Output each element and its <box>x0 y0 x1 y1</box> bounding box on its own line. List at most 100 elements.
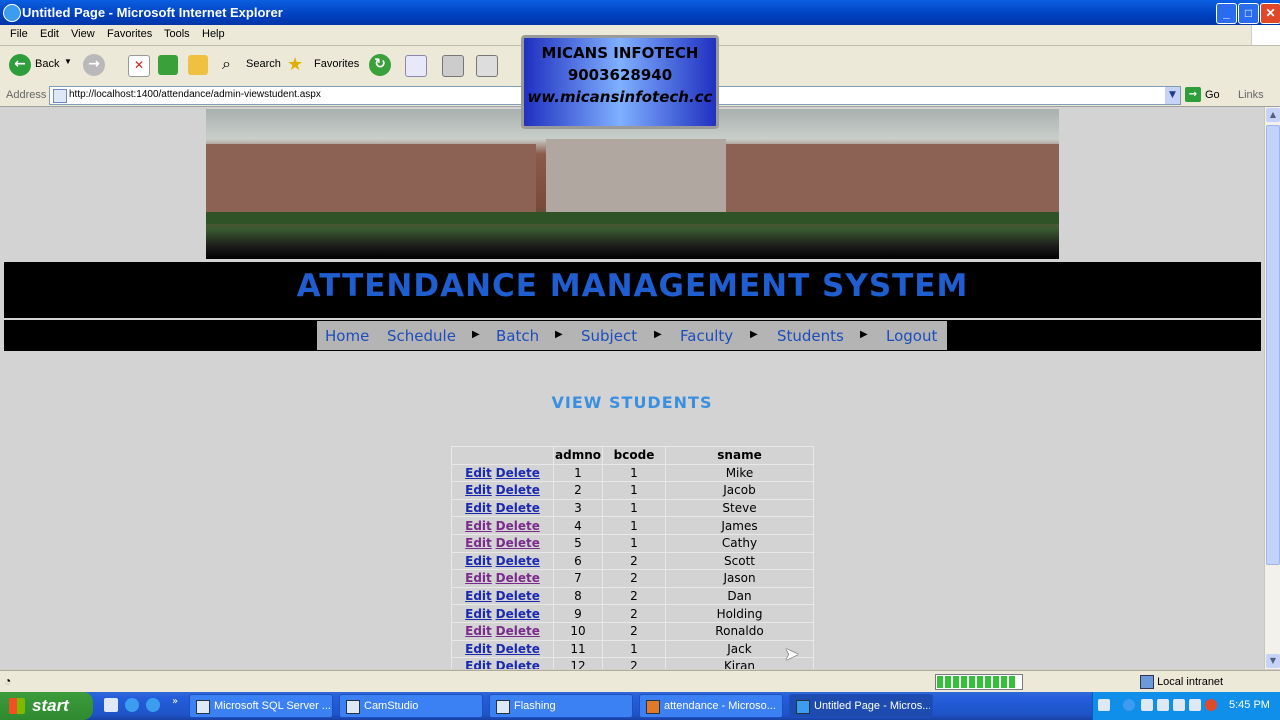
ie-quicklaunch-icon-2[interactable] <box>146 698 160 712</box>
favorites-star-icon[interactable]: ★ <box>287 54 303 75</box>
status-bar: ◔ Local intranet <box>0 670 1280 693</box>
grid-header-bcode[interactable]: bcode <box>602 446 666 465</box>
delete-link[interactable]: Delete <box>496 483 540 497</box>
search-icon[interactable]: ⌕ <box>222 56 231 74</box>
nav-home[interactable]: Home <box>325 327 369 345</box>
search-button-label[interactable]: Search <box>246 58 281 70</box>
watermark-line-2: 9003628940 <box>567 66 673 84</box>
address-url[interactable]: http://localhost:1400/attendance/admin-v… <box>69 89 321 100</box>
menu-tools[interactable]: Tools <box>164 28 190 40</box>
refresh-icon[interactable] <box>158 55 178 75</box>
edit-link[interactable]: Edit <box>465 571 492 585</box>
help-icon[interactable] <box>1098 699 1110 711</box>
links-label[interactable]: Links <box>1238 89 1264 101</box>
volume-tray-icon[interactable] <box>1173 699 1185 711</box>
page-scrollbar[interactable]: ▲ ▼ <box>1264 107 1280 669</box>
start-label[interactable]: start <box>32 696 69 716</box>
nav-schedule[interactable]: Schedule <box>387 327 456 345</box>
scroll-down-icon[interactable]: ▼ <box>1266 654 1280 668</box>
delete-link[interactable]: Delete <box>496 466 540 480</box>
back-arrow-icon[interactable]: ← <box>9 54 31 76</box>
network-tray-icon[interactable] <box>1157 699 1169 711</box>
close-button[interactable]: ✕ <box>1260 3 1280 24</box>
mail-icon[interactable] <box>405 55 427 77</box>
delete-link[interactable]: Delete <box>496 624 540 638</box>
scroll-thumb[interactable] <box>1266 125 1280 565</box>
go-arrow-icon[interactable]: → <box>1185 87 1201 102</box>
cell-sname: Mike <box>665 463 814 483</box>
ie-quicklaunch-icon[interactable] <box>125 698 139 712</box>
delete-link[interactable]: Delete <box>496 642 540 656</box>
menu-file[interactable]: File <box>10 28 28 40</box>
edit-link[interactable]: Edit <box>465 659 492 669</box>
security-tray-icon[interactable] <box>1141 699 1153 711</box>
menu-edit[interactable]: Edit <box>40 28 59 40</box>
minimize-button[interactable]: _ <box>1216 3 1237 24</box>
cell-sname: Steve <box>665 498 814 518</box>
edit-link[interactable]: Edit <box>465 519 492 533</box>
nav-subject[interactable]: Subject <box>581 327 637 345</box>
scroll-up-icon[interactable]: ▲ <box>1266 108 1280 122</box>
nav-students[interactable]: Students <box>777 327 844 345</box>
taskbar-item-untitled-page[interactable]: Untitled Page - Micros... <box>789 694 933 718</box>
page-icon <box>53 89 67 103</box>
edit-page-icon[interactable] <box>476 55 498 77</box>
back-button-label[interactable]: Back <box>35 58 59 70</box>
page-viewport: ATTENDANCE MANAGEMENT SYSTEM Home Schedu… <box>0 107 1264 669</box>
delete-link[interactable]: Delete <box>496 554 540 568</box>
delete-link[interactable]: Delete <box>496 519 540 533</box>
edit-link[interactable]: Edit <box>465 466 492 480</box>
menu-view[interactable]: View <box>71 28 95 40</box>
go-button-label[interactable]: Go <box>1205 89 1220 101</box>
quicklaunch-more-icon[interactable]: » <box>172 696 178 707</box>
start-button[interactable]: start <box>0 692 93 720</box>
cell-bcode: 2 <box>602 551 666 571</box>
grid-header-sname[interactable]: sname <box>665 446 814 465</box>
back-tray-icon[interactable] <box>1123 699 1135 711</box>
cell-sname: Dan <box>665 586 814 606</box>
taskbar-item-attendance[interactable]: attendance - Microso... <box>639 694 783 718</box>
edit-link[interactable]: Edit <box>465 624 492 638</box>
nav-logout[interactable]: Logout <box>886 327 937 345</box>
row-actions: Edit Delete <box>451 621 554 641</box>
cell-bcode: 1 <box>602 481 666 500</box>
nav-faculty[interactable]: Faculty <box>680 327 733 345</box>
edit-link[interactable]: Edit <box>465 607 492 621</box>
delete-link[interactable]: Delete <box>496 571 540 585</box>
home-icon[interactable] <box>188 55 208 75</box>
alert-tray-icon[interactable] <box>1205 699 1217 711</box>
edit-link[interactable]: Edit <box>465 483 492 497</box>
delete-link[interactable]: Delete <box>496 501 540 515</box>
delete-link[interactable]: Delete <box>496 607 540 621</box>
stop-icon[interactable]: ✕ <box>128 55 150 77</box>
cell-admno: 8 <box>553 586 603 606</box>
delete-link[interactable]: Delete <box>496 589 540 603</box>
favorites-button-label[interactable]: Favorites <box>314 58 359 70</box>
update-tray-icon[interactable] <box>1189 699 1201 711</box>
windows-flag-icon <box>9 698 25 714</box>
forward-arrow-icon[interactable]: → <box>83 54 105 76</box>
edit-link[interactable]: Edit <box>465 501 492 515</box>
taskbar-item-camstudio[interactable]: CamStudio <box>339 694 483 718</box>
delete-link[interactable]: Delete <box>496 659 540 669</box>
menu-help[interactable]: Help <box>202 28 225 40</box>
show-desktop-icon[interactable] <box>104 698 118 712</box>
taskbar-item-flashing[interactable]: Flashing <box>489 694 633 718</box>
maximize-button[interactable]: □ <box>1238 3 1259 24</box>
edit-link[interactable]: Edit <box>465 589 492 603</box>
grid-header-admno[interactable]: admno <box>553 446 603 465</box>
table-row: Edit Delete 9 2 Holding <box>451 604 814 623</box>
delete-link[interactable]: Delete <box>496 536 540 550</box>
back-dropdown-icon[interactable]: ▼ <box>64 57 72 66</box>
address-dropdown-icon[interactable]: ▼ <box>1165 87 1180 104</box>
table-row: Edit Delete 5 1 Cathy <box>451 533 814 553</box>
menu-favorites[interactable]: Favorites <box>107 28 152 40</box>
table-row: Edit Delete 1 1 Mike <box>451 463 814 483</box>
edit-link[interactable]: Edit <box>465 554 492 568</box>
taskbar-item-sql-server[interactable]: Microsoft SQL Server ... <box>189 694 333 718</box>
history-icon[interactable]: ↻ <box>369 54 391 76</box>
nav-batch[interactable]: Batch <box>496 327 539 345</box>
print-icon[interactable] <box>442 55 464 77</box>
edit-link[interactable]: Edit <box>465 642 492 656</box>
edit-link[interactable]: Edit <box>465 536 492 550</box>
